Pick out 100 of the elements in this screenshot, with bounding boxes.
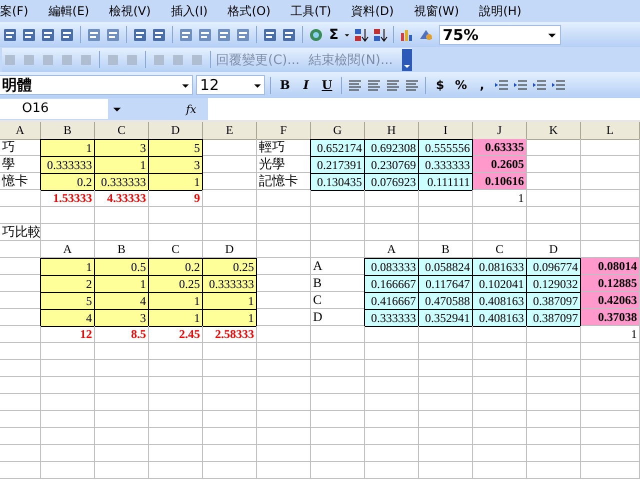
empty-cell	[419, 360, 473, 377]
table-cell: 0.333333	[418, 156, 473, 174]
table-cell: 0.12885	[581, 275, 640, 292]
table-cell: 3	[94, 309, 149, 327]
empty-cell	[41, 343, 95, 360]
empty-cell	[419, 343, 473, 360]
sort-descending-icon[interactable]	[372, 26, 388, 42]
column-header[interactable]: H	[365, 122, 419, 140]
empty-cell	[149, 377, 203, 394]
column-header[interactable]: D	[149, 122, 203, 140]
menu-item[interactable]: 編輯(E)	[48, 2, 90, 20]
empty-cell	[581, 156, 640, 173]
empty-cell	[365, 207, 419, 224]
table-cell: 0.333333	[94, 173, 149, 191]
column-header[interactable]: E	[203, 122, 257, 140]
text-style-button[interactable]: I	[297, 78, 315, 92]
empty-cell	[527, 224, 581, 241]
empty-cell	[419, 428, 473, 445]
menu-item[interactable]: 資料(D)	[351, 2, 394, 20]
menu-item[interactable]: 插入(I)	[170, 2, 208, 20]
empty-cell	[203, 190, 257, 207]
column-header[interactable]: B	[41, 122, 95, 140]
empty-cell	[419, 207, 473, 224]
menu-item[interactable]: 案(F)	[0, 2, 28, 20]
empty-cell	[41, 411, 95, 428]
insert-function-button[interactable]: fx	[152, 102, 208, 116]
empty-cell	[473, 224, 527, 241]
empty-cell	[149, 445, 203, 462]
empty-cell	[419, 411, 473, 428]
empty-cell	[257, 241, 311, 258]
empty-cell	[95, 207, 149, 224]
zoom-dropdown[interactable]: 75%	[438, 24, 561, 44]
formula-input[interactable]	[208, 98, 640, 120]
table-cell: 0.387097	[526, 309, 581, 327]
empty-cell	[473, 445, 527, 462]
empty-cell	[257, 343, 311, 360]
number-format-button[interactable]: ,	[473, 78, 491, 92]
table-cell: 0.408163	[472, 292, 527, 310]
empty-cell	[257, 428, 311, 445]
text-style-button[interactable]: B	[276, 78, 294, 92]
menu-item[interactable]: 格式(O)	[228, 2, 271, 20]
empty-cell	[581, 445, 640, 462]
empty-cell	[257, 411, 311, 428]
empty-cell	[41, 394, 95, 411]
autosum-button[interactable]: Σ	[327, 26, 341, 42]
column-header[interactable]: F	[257, 122, 311, 140]
table-cell: 5	[40, 292, 95, 310]
column-header[interactable]: A	[0, 122, 41, 140]
name-box[interactable]: O16	[0, 99, 108, 119]
table-cell: 1	[473, 190, 527, 207]
empty-cell	[419, 462, 473, 479]
menu-item[interactable]: 工具(T)	[290, 2, 332, 20]
table-cell: 1	[148, 309, 203, 327]
sort-ascending-icon[interactable]	[352, 26, 369, 42]
empty-cell	[41, 207, 95, 224]
column-header[interactable]: J	[473, 122, 527, 140]
table-cell: 0.25	[202, 258, 257, 276]
table-cell: 0.083333	[364, 258, 419, 276]
toolbar-options-icon[interactable]	[402, 48, 412, 70]
empty-cell	[0, 190, 41, 207]
globe-link-icon[interactable]	[308, 26, 324, 42]
table-cell: 12	[41, 326, 95, 343]
table-cell: 0.102041	[472, 275, 527, 293]
font-size-dropdown[interactable]: 12	[196, 75, 265, 95]
table-cell: 0.081633	[472, 258, 527, 276]
column-header[interactable]: C	[95, 122, 149, 140]
empty-cell	[527, 326, 581, 343]
empty-cell	[0, 360, 41, 377]
number-format-button[interactable]: %	[452, 78, 470, 92]
table-cell: 0.096774	[526, 258, 581, 276]
table-cell: 0.652174	[310, 139, 365, 157]
empty-cell	[311, 411, 365, 428]
empty-cell	[0, 241, 41, 258]
number-format-button[interactable]: $	[431, 78, 449, 92]
empty-cell	[149, 224, 203, 241]
empty-cell	[311, 377, 365, 394]
table-cell: 0.25	[148, 275, 203, 293]
table-cell: 3	[148, 156, 203, 174]
column-header[interactable]: I	[419, 122, 473, 140]
menu-item[interactable]: 說明(H)	[479, 2, 522, 20]
column-header[interactable]: G	[311, 122, 365, 140]
empty-cell	[203, 343, 257, 360]
empty-cell	[95, 445, 149, 462]
column-header[interactable]: K	[527, 122, 581, 140]
menu-item[interactable]: 視窗(W)	[414, 2, 460, 20]
empty-cell	[311, 428, 365, 445]
font-dropdown[interactable]: 明體	[0, 75, 193, 95]
text-style-button[interactable]: U	[318, 78, 336, 92]
empty-cell	[149, 394, 203, 411]
empty-cell	[95, 360, 149, 377]
column-header[interactable]: L	[581, 122, 640, 140]
empty-cell	[581, 377, 640, 394]
empty-cell	[419, 224, 473, 241]
empty-cell	[149, 343, 203, 360]
empty-cell	[0, 445, 41, 462]
empty-cell	[149, 428, 203, 445]
empty-cell	[0, 207, 41, 224]
table-cell: 0.166667	[364, 275, 419, 293]
empty-cell	[527, 360, 581, 377]
menu-item[interactable]: 檢視(V)	[109, 2, 151, 20]
